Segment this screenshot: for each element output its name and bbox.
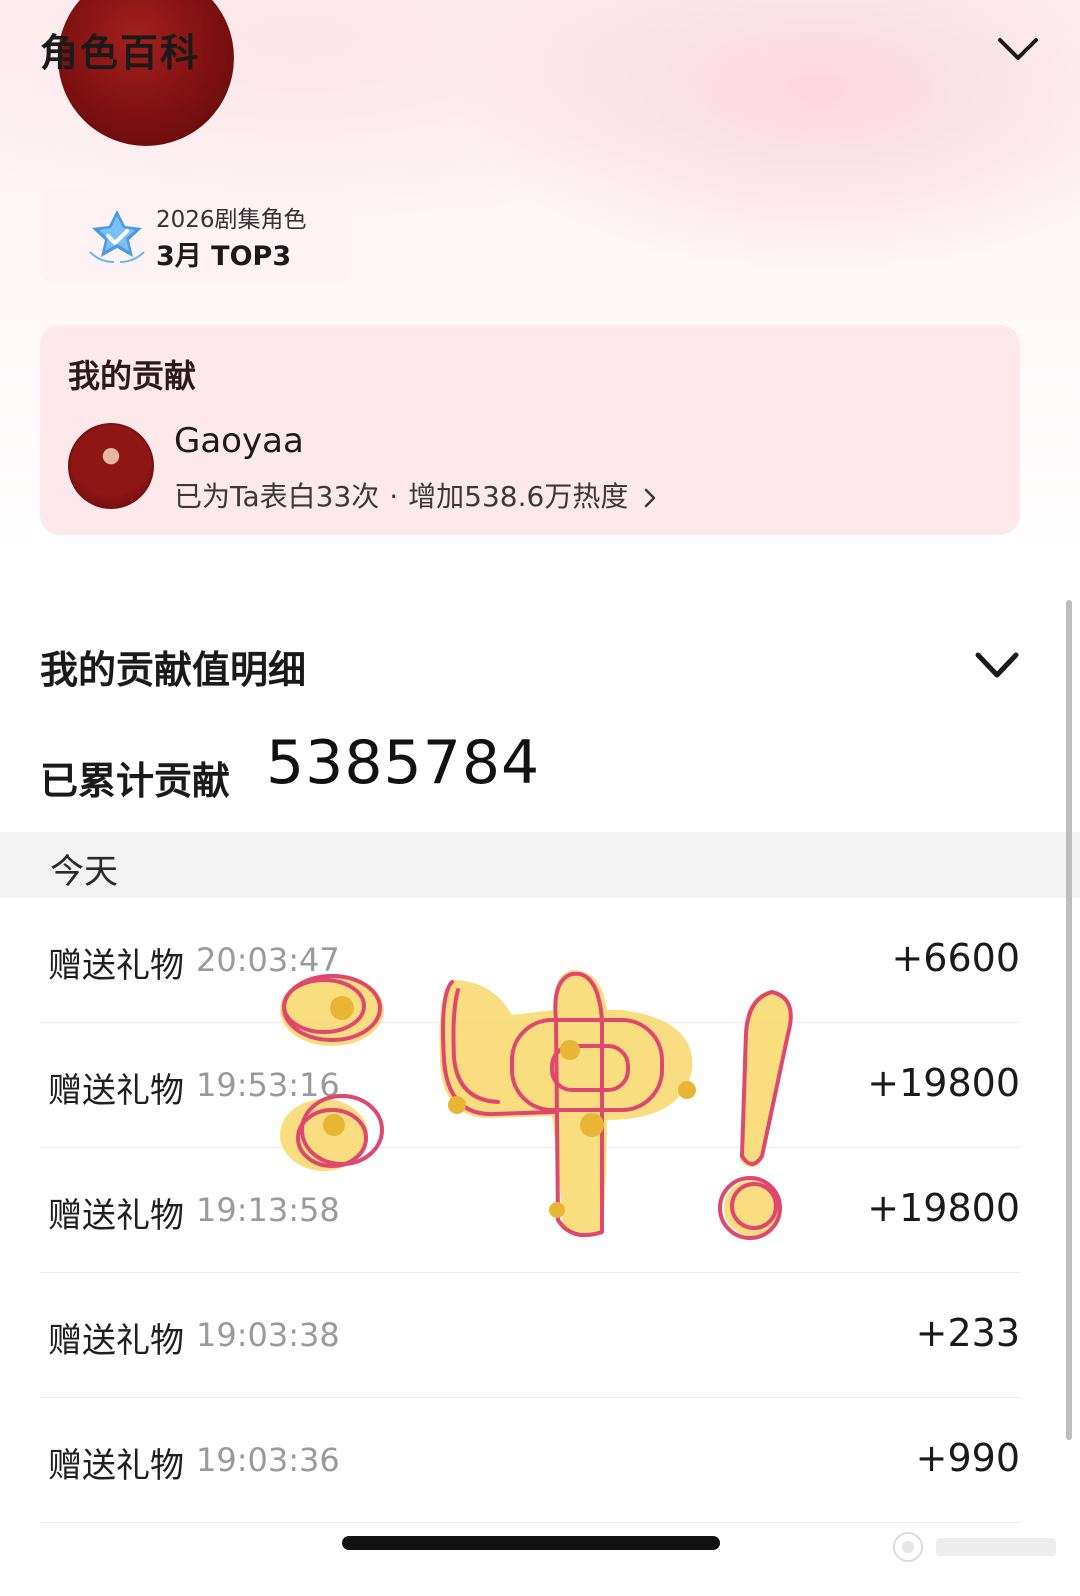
page-title: 角色百科 — [40, 31, 201, 75]
record-time: 19:03:38 — [196, 1316, 340, 1354]
watermark-logo — [893, 1532, 1056, 1562]
home-indicator[interactable] — [342, 1536, 720, 1550]
record-amount: +990 — [915, 1436, 1020, 1480]
detail-title: 我的贡献值明细 — [40, 648, 307, 692]
record-type: 赠送礼物 — [48, 1196, 184, 1236]
user-name: Gaoyaa — [174, 421, 304, 461]
record-amount: +19800 — [867, 1186, 1020, 1230]
star-badge-icon — [89, 210, 145, 263]
total-label: 已累计贡献 — [40, 759, 231, 803]
chevron-right-icon — [645, 488, 656, 508]
record-type: 赠送礼物 — [48, 1071, 184, 1111]
contribution-stats[interactable]: 已为Ta表白33次 · 增加538.6万热度 — [174, 475, 657, 515]
record-type: 赠送礼物 — [48, 1446, 184, 1486]
record-row: 赠送礼物 19:03:36 +990 — [40, 1398, 1020, 1523]
cheer-sticker — [280, 970, 793, 1240]
confess-count: 已为Ta表白33次 — [174, 480, 380, 513]
rank-badge-card[interactable]: 2026剧集角色 3月 TOP3 — [40, 188, 352, 284]
heat-increase: 增加538.6万热度 — [408, 480, 629, 513]
record-time: 19:03:36 — [196, 1441, 340, 1479]
chevron-down-icon[interactable] — [996, 28, 1040, 68]
record-amount: +6600 — [891, 936, 1020, 980]
scrollbar[interactable] — [1066, 600, 1072, 1440]
contribution-detail-header[interactable]: 我的贡献值明细 — [40, 635, 1020, 695]
rank-category: 2026剧集角色 — [156, 207, 307, 233]
date-group-header: 今天 — [0, 832, 1080, 898]
chevron-down-icon[interactable] — [974, 645, 1020, 685]
record-amount: +233 — [915, 1311, 1020, 1355]
total-value: 5385784 — [266, 728, 541, 798]
contribution-title: 我的贡献 — [68, 357, 197, 395]
record-amount: +19800 — [867, 1061, 1020, 1105]
record-type: 赠送礼物 — [48, 946, 184, 986]
record-type: 赠送礼物 — [48, 1321, 184, 1361]
date-label: 今天 — [50, 852, 118, 892]
record-row: 赠送礼物 19:03:38 +233 — [40, 1273, 1020, 1398]
my-contribution-card[interactable]: 我的贡献 Gaoyaa 已为Ta表白33次 · 增加538.6万热度 — [40, 325, 1020, 535]
rank-position: 3月 TOP3 — [156, 241, 292, 272]
total-contribution: 已累计贡献 5385784 — [40, 728, 1020, 808]
page-header: 角色百科 — [40, 22, 1040, 82]
stats-separator: · — [389, 480, 399, 513]
user-avatar[interactable] — [68, 423, 154, 509]
